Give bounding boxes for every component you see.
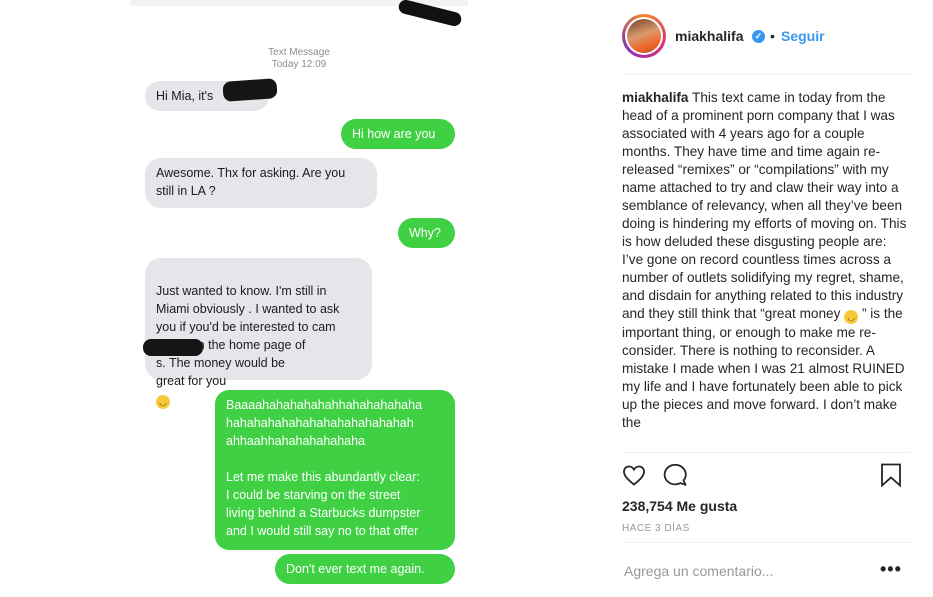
message-outgoing: Baaaahahahahahahhahahahahaha hahahahahah… bbox=[215, 390, 455, 550]
heart-icon[interactable] bbox=[622, 464, 646, 486]
message-text: Just wanted to know. I'm still in Miami … bbox=[156, 284, 340, 388]
sms-meta-time: Today 12:09 bbox=[271, 59, 327, 70]
more-options-icon[interactable]: ••• bbox=[880, 558, 902, 580]
message-outgoing: Don't ever text me again. bbox=[275, 554, 455, 584]
avatar[interactable] bbox=[622, 14, 666, 58]
post-caption: miakhalifa This text came in today from … bbox=[622, 89, 910, 447]
sms-meta-label: Text Message bbox=[268, 47, 330, 58]
caption-text-continued: ” is the important thing, or enough to m… bbox=[622, 306, 905, 430]
redaction-mark bbox=[143, 339, 203, 356]
sms-screenshot: Text Message Today 12:09 Hi Mia, it's Hi… bbox=[130, 0, 468, 597]
message-incoming: Just wanted to know. I'm still in Miami … bbox=[145, 258, 372, 409]
separator-dot: • bbox=[770, 28, 775, 44]
caption-username-link[interactable]: miakhalifa bbox=[622, 90, 689, 105]
post-timestamp[interactable]: HACE 3 DÍAS bbox=[622, 523, 690, 535]
divider bbox=[622, 74, 910, 75]
divider bbox=[622, 542, 910, 543]
instagram-post-panel: miakhalifa ✓ • Seguir miakhalifa This te… bbox=[622, 0, 910, 597]
post-username-link[interactable]: miakhalifa bbox=[675, 28, 743, 44]
redaction-mark bbox=[222, 78, 278, 102]
follow-button[interactable]: Seguir bbox=[781, 28, 825, 44]
message-outgoing: Hi how are you bbox=[341, 119, 455, 149]
grinning-emoji-icon: ◡ bbox=[844, 310, 859, 324]
comment-icon[interactable] bbox=[662, 463, 688, 487]
grinning-emoji-icon: ◡ bbox=[156, 395, 170, 409]
bookmark-icon[interactable] bbox=[880, 463, 902, 487]
caption-text: This text came in today from the head of… bbox=[622, 90, 907, 321]
verified-badge-icon: ✓ bbox=[752, 30, 765, 43]
divider bbox=[622, 452, 910, 453]
message-incoming: Awesome. Thx for asking. Are you still i… bbox=[145, 158, 377, 208]
comment-input[interactable] bbox=[624, 562, 874, 580]
message-outgoing: Why? bbox=[398, 218, 455, 248]
likes-count[interactable]: 238,754 Me gusta bbox=[622, 498, 737, 514]
avatar-photo bbox=[627, 19, 661, 53]
